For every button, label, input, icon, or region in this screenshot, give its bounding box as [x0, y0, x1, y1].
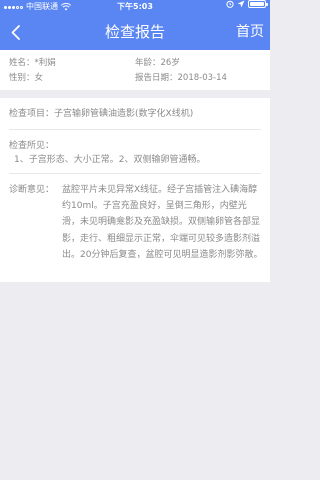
name-value: *利娟 [34, 58, 56, 68]
status-right [226, 0, 268, 8]
exam-item: 检查项目：子宫输卵管碘油造影(数字化X线机) [9, 107, 264, 121]
exam-label: 检查项目： [9, 109, 55, 119]
divider [9, 173, 261, 174]
location-icon [237, 0, 245, 8]
report-date-label: 报告日期： [135, 73, 178, 83]
exam-value: 子宫输卵管碘油造影(数字化X线机) [54, 109, 194, 119]
alarm-icon [226, 0, 234, 8]
home-button[interactable]: 首页 [236, 14, 264, 50]
age-value: 26岁 [160, 58, 180, 68]
battery-icon [248, 0, 268, 8]
report-date-field: 报告日期：2018-03-14 [135, 71, 227, 85]
name-field: 姓名：*利娟 [9, 56, 56, 70]
age-field: 年龄：26岁 [135, 56, 180, 70]
gender-label: 性别： [9, 73, 35, 83]
report-card: 检查项目：子宫输卵管碘油造影(数字化X线机) 检查所见： 1、子宫形态、大小正常… [0, 98, 270, 282]
nav-bar: 检查报告 首页 [0, 14, 270, 50]
report-date-value: 2018-03-14 [177, 73, 227, 83]
age-label: 年龄： [135, 58, 161, 68]
page-title: 检查报告 [104, 23, 165, 41]
divider [9, 129, 261, 130]
gender-field: 性别：女 [9, 71, 43, 85]
findings-value: 1、子宫形态、大小正常。2、双侧输卵管通畅。 [14, 155, 206, 165]
findings-label: 检查所见： [9, 141, 55, 151]
diagnosis-value: 盆腔平片未见异常X线征。经子宫插管注入碘海醇约10ml。子宫充盈良好，呈倒三角形… [62, 185, 263, 260]
app-header: 中国联通 下午5:03 检查报告 首页 [0, 0, 270, 50]
gender-value: 女 [34, 73, 44, 83]
name-label: 姓名： [9, 58, 35, 68]
patient-info: 姓名：*利娟 年龄：26岁 性别：女 报告日期：2018-03-14 [0, 50, 270, 90]
status-bar: 中国联通 下午5:03 [0, 0, 270, 14]
diagnosis-label: 诊断意见： [9, 185, 55, 195]
